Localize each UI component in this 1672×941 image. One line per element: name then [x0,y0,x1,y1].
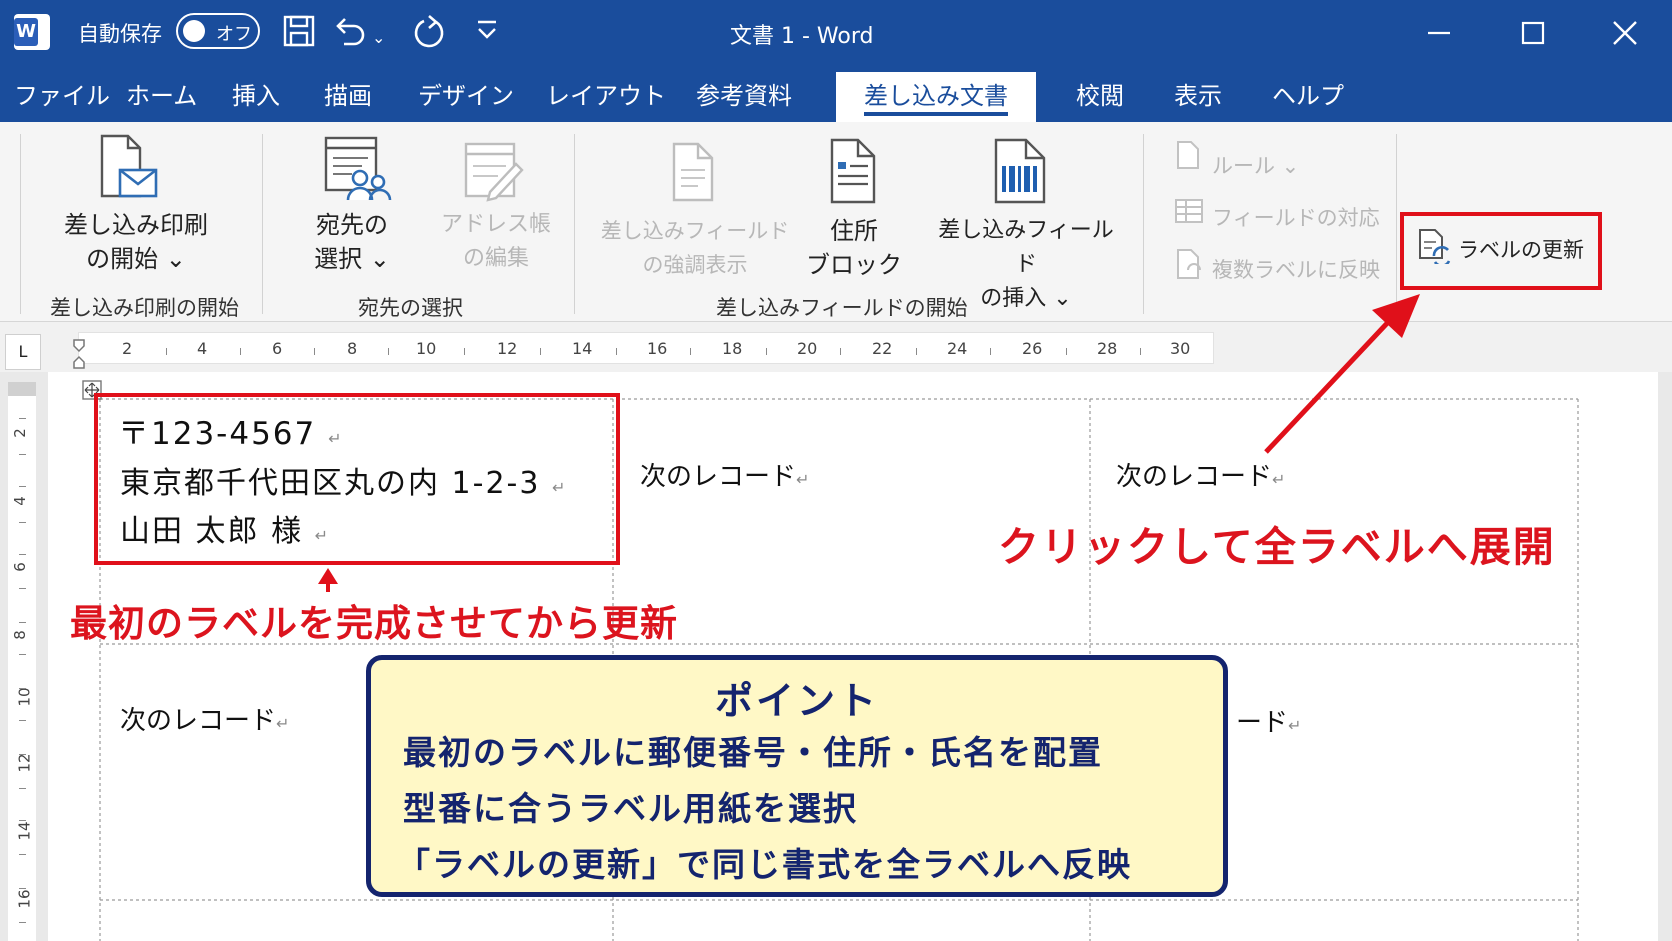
point-line: 「ラベルの更新」で同じ書式を全ラベルへ反映 [397,845,1132,884]
point-callout: ポイント 最初のラベルに郵便番号・住所・氏名を配置 型番に合うラベル用紙を選択 … [366,655,1228,897]
first-label-note: 最初のラベルを完成させてから更新 [70,602,678,645]
point-title: ポイント [714,679,879,723]
point-line: 最初のラベルに郵便番号・住所・氏名を配置 [403,733,1103,772]
point-line: 型番に合うラベル用紙を選択 [403,789,858,828]
update-labels-note: クリックして全ラベルへ展開 [998,523,1556,571]
